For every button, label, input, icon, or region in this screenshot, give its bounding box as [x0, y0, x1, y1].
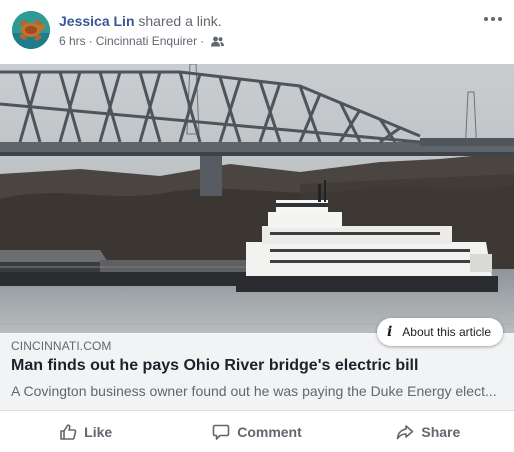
post-time[interactable]: 6 hrs	[59, 34, 86, 48]
link-domain: CINCINNATI.COM	[11, 339, 112, 353]
river-barge-bridge-photo	[0, 64, 514, 333]
link-preview-image[interactable]	[0, 64, 514, 333]
about-label: About this article	[402, 325, 491, 339]
share-icon	[397, 424, 414, 439]
like-button[interactable]: Like	[0, 411, 171, 452]
share-label: Share	[421, 423, 461, 440]
author-name[interactable]: Jessica Lin	[59, 13, 135, 29]
shared-link-post: Jessica Lin shared a link. 6 hrs · Cincinn…	[0, 0, 514, 452]
post-header: Jessica Lin shared a link. 6 hrs · Cincinn…	[0, 0, 514, 64]
like-label: Like	[84, 423, 113, 440]
friends-icon[interactable]	[211, 36, 225, 47]
about-this-article-button[interactable]: i About this article	[376, 318, 503, 346]
avatar-image	[12, 11, 50, 49]
post-meta: 6 hrs · Cincinnati Enquirer ·	[59, 33, 225, 49]
comment-label: Comment	[237, 423, 302, 440]
link-description: A Covington business owner found out he …	[11, 383, 497, 399]
meta-separator: ·	[200, 34, 205, 48]
avatar[interactable]	[12, 11, 50, 49]
post-title-line: Jessica Lin shared a link.	[59, 12, 222, 30]
post-actions: Like Comment Share	[0, 411, 514, 452]
thumbs-up-icon	[60, 423, 77, 440]
meta-separator: ·	[88, 34, 93, 48]
comment-button[interactable]: Comment	[171, 411, 342, 452]
share-button[interactable]: Share	[343, 411, 514, 452]
more-horizontal-icon[interactable]	[482, 10, 504, 28]
info-icon: i	[386, 324, 393, 340]
post-source[interactable]: Cincinnati Enquirer	[96, 34, 197, 48]
comment-icon	[212, 424, 230, 440]
link-title[interactable]: Man finds out he pays Ohio River bridge'…	[11, 357, 418, 375]
post-action-text: shared a link.	[138, 13, 222, 29]
